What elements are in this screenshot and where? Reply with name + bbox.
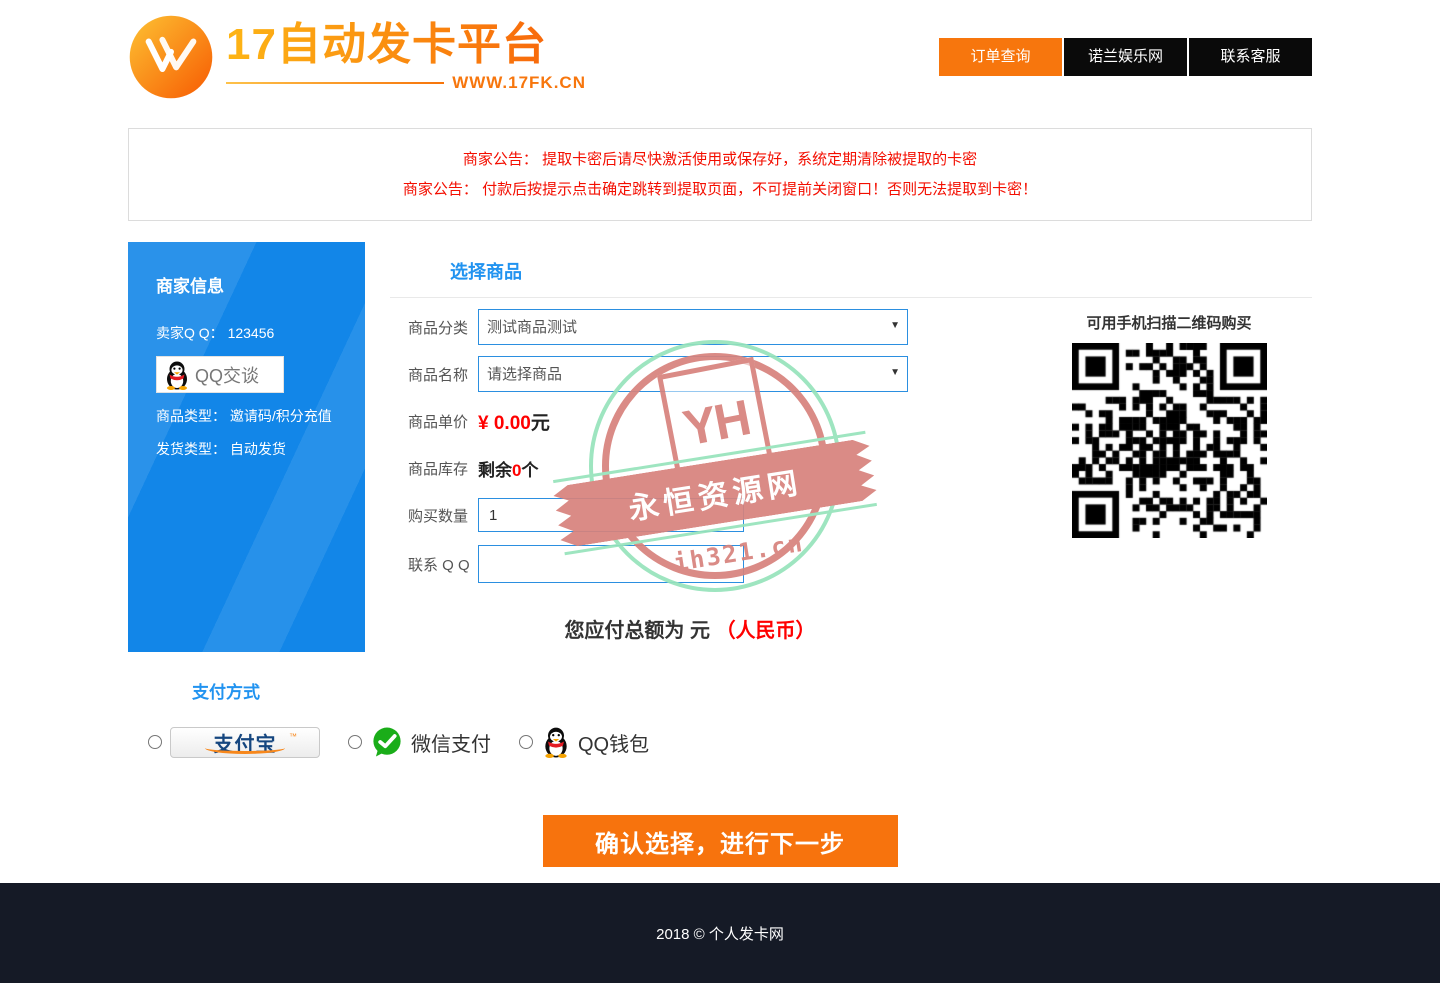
site-url: WWW.17FK.CN [452, 73, 586, 93]
qq-wallet-icon [541, 726, 571, 758]
seller-info-panel: 商家信息 卖家Q Q： 123456 QQ交谈 [128, 242, 365, 652]
seller-info-title: 商家信息 [156, 272, 337, 297]
total-amount-text: 您应付总额为 元 [564, 620, 710, 642]
logo-mark-icon [128, 14, 214, 100]
qr-title: 可用手机扫描二维码购买 [1064, 312, 1274, 333]
alipay-logo: 支付宝 ™ [170, 727, 320, 758]
footer: 2018 © 个人发卡网 [0, 883, 1440, 983]
qq-chat-label: QQ交谈 [195, 362, 259, 388]
product-type-label: 商品类型： [156, 408, 226, 424]
wechat-radio[interactable] [348, 735, 362, 749]
seller-qq-label: 卖家Q Q： [156, 325, 224, 341]
qq-wallet-label: QQ钱包 [578, 728, 649, 757]
section-divider [390, 297, 1312, 298]
payment-method-title: 支付方式 [192, 678, 1312, 703]
seller-qq-value: 123456 [228, 325, 275, 341]
nav-contact-support-button[interactable]: 联系客服 [1189, 38, 1312, 76]
stock-suffix: 个 [521, 461, 538, 480]
delivery-type-label: 发货类型： [156, 441, 226, 457]
payment-option-alipay[interactable]: 支付宝 ™ [148, 727, 320, 758]
top-nav: 订单查询 诺兰娱乐网 联系客服 [937, 38, 1312, 76]
payment-option-wechat[interactable]: 微信支付 [348, 725, 491, 759]
contact-qq-input[interactable] [478, 545, 744, 583]
product-select-panel: 选择商品 商品分类 测试商品测试 ▼ 商品名称 请选 [390, 242, 1312, 652]
nav-order-query-button[interactable]: 订单查询 [939, 38, 1062, 76]
payment-option-qq-wallet[interactable]: QQ钱包 [519, 726, 649, 758]
site-title: 17自动发卡平台 [226, 21, 586, 69]
select-product-title: 选择商品 [450, 258, 1312, 284]
site-logo[interactable]: 17自动发卡平台 WWW.17FK.CN [128, 14, 586, 100]
wechat-pay-label: 微信支付 [411, 728, 491, 757]
stock-label: 商品库存 [408, 458, 478, 479]
total-amount-line: 您应付总额为 元 （人民币） [430, 614, 950, 643]
category-label: 商品分类 [408, 317, 478, 338]
stock-prefix: 剩余 [478, 461, 512, 480]
notice-line-2: 商家公告： 付款后按提示点击确定跳转到提取页面，不可提前关闭窗口！否则无法提取到… [129, 178, 1311, 199]
alipay-radio[interactable] [148, 735, 162, 749]
total-currency-note: （人民币） [716, 620, 816, 642]
footer-copyright: 2018 © 个人发卡网 [656, 923, 784, 944]
quantity-label: 购买数量 [408, 505, 478, 526]
category-select[interactable]: 测试商品测试 [478, 309, 908, 345]
product-name-select[interactable]: 请选择商品 [478, 356, 908, 392]
merchant-notice-box: 商家公告： 提取卡密后请尽快激活使用或保存好，系统定期清除被提取的卡密 商家公告… [128, 128, 1312, 221]
quantity-input[interactable] [478, 498, 744, 532]
product-type-value: 邀请码/积分充值 [230, 408, 332, 424]
delivery-type-value: 自动发货 [230, 441, 286, 457]
unit-price-unit: 元 [531, 413, 550, 434]
qr-section: 可用手机扫描二维码购买 [1064, 312, 1274, 538]
qr-code [1072, 343, 1267, 538]
unit-price-label: 商品单价 [408, 411, 478, 432]
qq-penguin-icon [163, 360, 191, 390]
confirm-next-step-button[interactable]: 确认选择，进行下一步 [543, 815, 898, 867]
logo-divider-line [226, 82, 444, 84]
notice-line-1: 商家公告： 提取卡密后请尽快激活使用或保存好，系统定期清除被提取的卡密 [129, 148, 1311, 169]
contact-qq-label: 联系 Q Q [408, 554, 478, 575]
alipay-tm-mark: ™ [289, 732, 297, 741]
payment-methods: 支付宝 ™ 微信支付 [148, 725, 1312, 759]
unit-price-value: ¥ 0.00 [478, 413, 531, 434]
nav-nuolan-site-button[interactable]: 诺兰娱乐网 [1064, 38, 1187, 76]
header: 17自动发卡平台 WWW.17FK.CN 订单查询 诺兰娱乐网 联系客服 [128, 0, 1312, 114]
alipay-swoosh [205, 742, 285, 754]
product-name-label: 商品名称 [408, 364, 478, 385]
qq-chat-button[interactable]: QQ交谈 [156, 356, 284, 393]
wechat-pay-icon [370, 725, 404, 759]
qq-wallet-radio[interactable] [519, 735, 533, 749]
